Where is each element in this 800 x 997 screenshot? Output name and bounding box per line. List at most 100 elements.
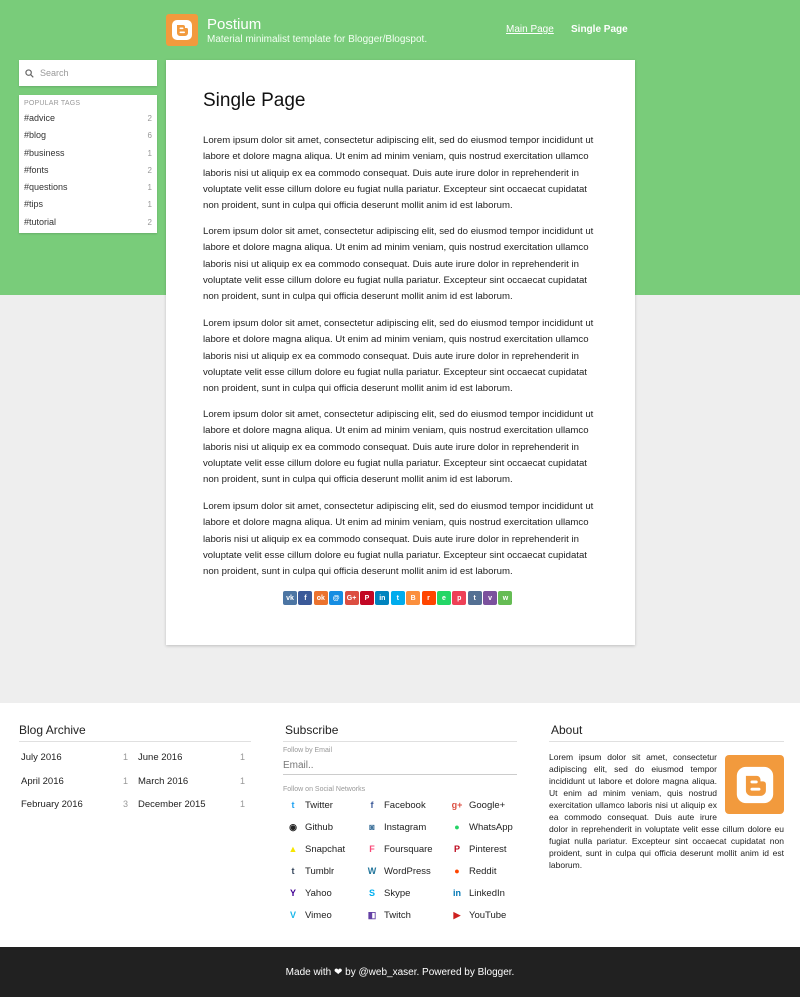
facebook-share-icon[interactable]: f	[298, 591, 313, 605]
social-label[interactable]: WordPress	[384, 866, 431, 877]
social-label[interactable]: Pinterest	[469, 844, 507, 855]
archive-link[interactable]: June 2016	[138, 752, 182, 763]
skype-icon: S	[368, 888, 375, 898]
blogger-share-icon[interactable]: B	[406, 591, 421, 605]
social-label[interactable]: Github	[305, 822, 333, 833]
social-label[interactable]: Vimeo	[305, 910, 332, 921]
search-box[interactable]	[19, 60, 157, 86]
tag-label[interactable]: #tutorial	[24, 214, 56, 231]
nav-single-page[interactable]: Single Page	[571, 24, 628, 35]
odnoklassniki-share-icon[interactable]: ok	[313, 591, 328, 605]
footer-credit[interactable]: Made with ❤ by @web_xaser. Powered by Bl…	[286, 967, 515, 978]
tag-count: 1	[147, 183, 152, 193]
social-label[interactable]: YouTube	[469, 910, 506, 921]
vk-share-icon[interactable]: vk	[283, 591, 297, 605]
tag-item[interactable]: #tips 1	[24, 196, 152, 213]
tag-label[interactable]: #tips	[24, 196, 43, 213]
vimeo-icon: V	[289, 910, 296, 920]
search-input[interactable]	[40, 68, 140, 78]
social-link-github[interactable]: ◉ Github	[287, 821, 333, 833]
evernote-share-icon[interactable]: e	[436, 591, 451, 605]
pinterest-icon: P	[453, 844, 460, 854]
social-link-reddit[interactable]: ● Reddit	[451, 865, 496, 877]
tag-item[interactable]: #blog 6	[24, 127, 152, 144]
tag-label[interactable]: #business	[24, 145, 65, 162]
social-link-linkedin[interactable]: in LinkedIn	[451, 887, 505, 899]
twitter-share-icon[interactable]: t	[390, 591, 405, 605]
wordpress-icon: W	[367, 866, 377, 876]
tag-count: 6	[147, 131, 152, 141]
google-icon: g+	[451, 800, 463, 810]
instagram-icon: ◙	[369, 822, 375, 832]
social-link-tumblr[interactable]: t Tumblr	[287, 865, 335, 877]
social-link-skype[interactable]: S Skype	[366, 887, 410, 899]
pocket-share-icon[interactable]: p	[452, 591, 467, 605]
social-label[interactable]: Twitch	[384, 910, 411, 921]
social-label[interactable]: Tumblr	[305, 866, 334, 877]
subscribe-title: Subscribe	[285, 723, 339, 737]
article-card: Single Page Lorem ipsum dolor sit amet, …	[166, 60, 635, 645]
googleplus-share-icon[interactable]: G+	[344, 591, 359, 605]
twitch-icon: ◧	[367, 909, 377, 920]
social-link-yahoo[interactable]: Y Yahoo	[287, 887, 332, 899]
social-link-google[interactable]: g+ Google+	[451, 799, 506, 811]
archive-link[interactable]: December 2015	[138, 799, 206, 810]
archive-count: 1	[240, 799, 246, 809]
archive-link[interactable]: July 2016	[21, 752, 62, 763]
email-field[interactable]	[283, 757, 517, 775]
tag-item[interactable]: #tutorial 2	[24, 214, 152, 231]
social-link-twitch[interactable]: ◧ Twitch	[366, 909, 411, 921]
viber-share-icon[interactable]: v	[483, 591, 498, 605]
pinterest-share-icon[interactable]: P	[359, 591, 374, 605]
tumblr-share-icon[interactable]: t	[467, 591, 482, 605]
social-link-pinterest[interactable]: P Pinterest	[451, 843, 507, 855]
tag-item[interactable]: #questions 1	[24, 179, 152, 196]
social-link-instagram[interactable]: ◙ Instagram	[366, 821, 426, 833]
social-label[interactable]: Reddit	[469, 866, 496, 877]
follow-social-label: Follow on Social Networks	[283, 786, 366, 793]
social-label[interactable]: WhatsApp	[469, 822, 513, 833]
social-link-snapchat[interactable]: ▲ Snapchat	[287, 843, 346, 855]
whatsapp-share-icon[interactable]: w	[498, 591, 513, 605]
social-link-foursquare[interactable]: F Foursquare	[366, 843, 433, 855]
social-link-vimeo[interactable]: V Vimeo	[287, 909, 332, 921]
site-title[interactable]: Postium	[207, 16, 261, 33]
social-label[interactable]: Twitter	[305, 800, 333, 811]
github-icon: ◉	[289, 821, 297, 832]
tag-label[interactable]: #fonts	[24, 162, 49, 179]
popular-tags-widget: POPULAR TAGS #advice 2 #blog 6 #business 1 …	[19, 95, 157, 233]
social-label[interactable]: LinkedIn	[469, 888, 505, 899]
nav-main-page[interactable]: Main Page	[506, 24, 554, 35]
archive-link[interactable]: April 2016	[21, 776, 64, 787]
social-link-whatsapp[interactable]: ● WhatsApp	[451, 821, 513, 833]
site-tagline: Material minimalist template for Blogger…	[207, 34, 428, 45]
social-link-wordpress[interactable]: W WordPress	[366, 865, 431, 877]
tag-label[interactable]: #advice	[24, 110, 55, 127]
social-link-youtube[interactable]: ▶ YouTube	[451, 909, 507, 921]
archive-count: 1	[240, 776, 246, 786]
tag-item[interactable]: #fonts 2	[24, 162, 152, 179]
social-label[interactable]: Yahoo	[305, 888, 332, 899]
tag-label[interactable]: #questions	[24, 179, 68, 196]
reddit-share-icon[interactable]: r	[421, 591, 436, 605]
tag-label[interactable]: #blog	[24, 127, 46, 144]
tag-item[interactable]: #business 1	[24, 145, 152, 162]
article-paragraph: Lorem ipsum dolor sit amet, consectetur …	[203, 226, 594, 303]
social-label[interactable]: Instagram	[384, 822, 426, 833]
social-label[interactable]: Facebook	[384, 800, 426, 811]
archive-link[interactable]: February 2016	[21, 799, 83, 810]
blogger-logo-icon	[725, 755, 784, 814]
linkedin-share-icon[interactable]: in	[375, 591, 390, 605]
tag-item[interactable]: #advice 2	[24, 110, 152, 127]
moimir-share-icon[interactable]: @	[329, 591, 344, 605]
archive-link[interactable]: March 2016	[138, 776, 188, 787]
social-label[interactable]: Foursquare	[384, 844, 433, 855]
social-link-facebook[interactable]: f Facebook	[366, 799, 426, 811]
youtube-icon: ▶	[453, 909, 461, 920]
twitter-icon: t	[291, 800, 295, 810]
social-label[interactable]: Google+	[469, 800, 505, 811]
blogger-logo-icon[interactable]	[166, 14, 198, 46]
social-label[interactable]: Skype	[384, 888, 410, 899]
social-label[interactable]: Snapchat	[305, 844, 345, 855]
social-link-twitter[interactable]: t Twitter	[287, 799, 333, 811]
